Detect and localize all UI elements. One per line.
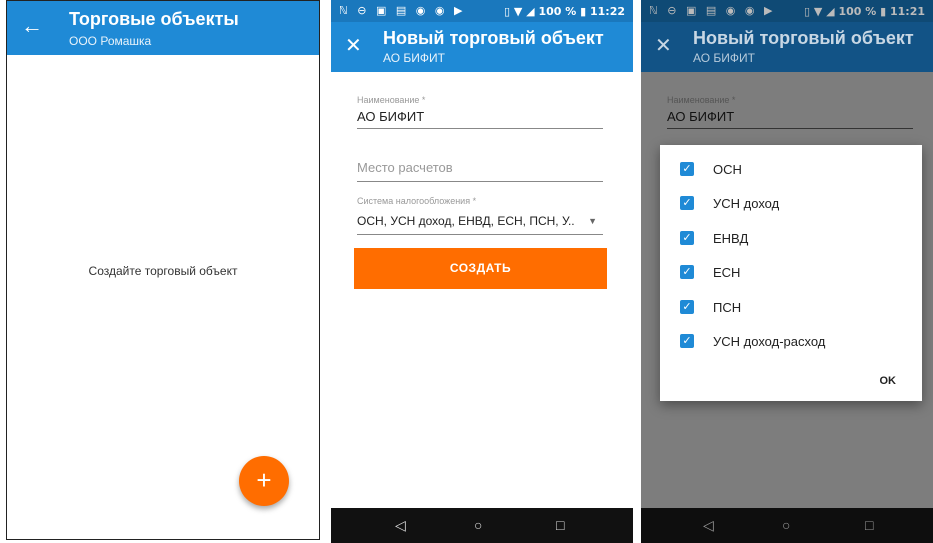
tax-option-label: ОСН bbox=[713, 162, 742, 177]
page-subtitle: ООО Ромашка bbox=[69, 34, 152, 48]
status-bar: ℕ ⊖ ▣ ▤ ◉ ◉ ▶ ▯ ▼ ◢ 100 % ▮ 11:21 bbox=[641, 0, 933, 22]
chevron-down-icon[interactable]: ▼ bbox=[588, 216, 597, 226]
tax-system-label: Система налогообложения * bbox=[357, 196, 477, 206]
nav-home-icon[interactable]: ○ bbox=[782, 517, 790, 533]
checkbox-checked-icon[interactable]: ✓ bbox=[680, 196, 694, 210]
tax-option-label: ПСН bbox=[713, 300, 742, 315]
close-icon: ✕ bbox=[655, 35, 672, 57]
nav-home-icon[interactable]: ○ bbox=[474, 517, 482, 533]
arrow-left-icon[interactable]: ← bbox=[21, 15, 43, 37]
close-icon[interactable]: ✕ bbox=[345, 36, 362, 56]
name-field[interactable]: Наименование * АО БИФИТ bbox=[357, 95, 603, 129]
tax-option-label: УСН доход bbox=[713, 196, 780, 211]
name-field-value[interactable]: АО БИФИТ bbox=[357, 109, 603, 124]
nav-back-icon[interactable]: ◁ bbox=[395, 517, 406, 534]
screen-stores-list: ← Торговые объекты ООО Ромашка Создайте … bbox=[6, 0, 320, 540]
empty-state-text: Создайте торговый объект bbox=[88, 264, 238, 278]
status-bar: ℕ ⊖ ▣ ▤ ◉ ◉ ▶ ▯ ▼ ◢ 100 % ▮ 11:22 bbox=[331, 0, 633, 22]
app-bar: ← Торговые объекты ООО Ромашка bbox=[7, 1, 319, 55]
create-button[interactable]: СОЗДАТЬ bbox=[354, 248, 607, 289]
name-field: Наименование * АО БИФИТ bbox=[667, 95, 913, 129]
tax-option-label: ЕНВД bbox=[713, 231, 749, 246]
tax-option-label: УСН доход-расход bbox=[713, 334, 826, 349]
screen-new-store: ℕ ⊖ ▣ ▤ ◉ ◉ ▶ ▯ ▼ ◢ 100 % ▮ 11:22 ✕ Новы… bbox=[331, 0, 633, 543]
tax-system-value[interactable]: ОСН, УСН доход, ЕНВД, ЕСН, ПСН, У.. bbox=[357, 214, 603, 228]
place-field-underline bbox=[357, 181, 603, 182]
nav-recent-icon[interactable]: □ bbox=[556, 517, 564, 533]
tax-system-underline bbox=[357, 234, 603, 235]
page-subtitle: АО БИФИТ bbox=[383, 51, 445, 65]
status-icons-left: ℕ ⊖ ▣ ▤ ◉ ◉ ▶ bbox=[649, 4, 776, 17]
app-bar: ✕ Новый торговый объект АО БИФИТ bbox=[641, 22, 933, 72]
tax-system-select[interactable]: Система налогообложения * ОСН, УСН доход… bbox=[357, 196, 603, 235]
page-title: Торговые объекты bbox=[69, 9, 239, 29]
system-nav-bar: ◁ ○ □ bbox=[641, 508, 933, 543]
status-icons-right: ▯ ▼ ◢ 100 % ▮ 11:22 bbox=[504, 5, 625, 18]
checkbox-checked-icon[interactable]: ✓ bbox=[680, 300, 694, 314]
status-icons-left: ℕ ⊖ ▣ ▤ ◉ ◉ ▶ bbox=[339, 4, 466, 17]
place-field-placeholder[interactable]: Место расчетов bbox=[357, 160, 603, 175]
ok-button[interactable]: OK bbox=[880, 375, 897, 387]
add-store-button[interactable]: + bbox=[239, 456, 289, 506]
tax-option-label: ЕСН bbox=[713, 265, 741, 280]
name-field-underline bbox=[357, 128, 603, 129]
system-nav-bar: ◁ ○ □ bbox=[331, 508, 633, 543]
page-title: Новый торговый объект bbox=[383, 28, 604, 48]
checkbox-checked-icon[interactable]: ✓ bbox=[680, 265, 694, 279]
page-subtitle: АО БИФИТ bbox=[693, 51, 755, 65]
nav-recent-icon[interactable]: □ bbox=[865, 517, 873, 533]
app-bar: ✕ Новый торговый объект АО БИФИТ bbox=[331, 22, 633, 72]
name-field-underline bbox=[667, 128, 913, 129]
checkbox-checked-icon[interactable]: ✓ bbox=[680, 334, 694, 348]
name-field-label: Наименование * bbox=[667, 95, 736, 105]
screen-tax-system-dialog: ℕ ⊖ ▣ ▤ ◉ ◉ ▶ ▯ ▼ ◢ 100 % ▮ 11:21 ✕ Новы… bbox=[641, 0, 933, 543]
checkbox-checked-icon[interactable]: ✓ bbox=[680, 231, 694, 245]
checkbox-checked-icon[interactable]: ✓ bbox=[680, 162, 694, 176]
page-title: Новый торговый объект bbox=[693, 28, 914, 48]
name-field-label: Наименование * bbox=[357, 95, 426, 105]
tax-system-dialog: ✓ ОСН ✓ УСН доход ✓ ЕНВД ✓ ЕСН ✓ ПСН ✓ У… bbox=[660, 145, 922, 401]
name-field-value: АО БИФИТ bbox=[667, 109, 735, 124]
status-icons-right: ▯ ▼ ◢ 100 % ▮ 11:21 bbox=[804, 5, 925, 18]
nav-back-icon[interactable]: ◁ bbox=[703, 517, 714, 534]
place-field[interactable]: Место расчетов bbox=[357, 160, 603, 182]
